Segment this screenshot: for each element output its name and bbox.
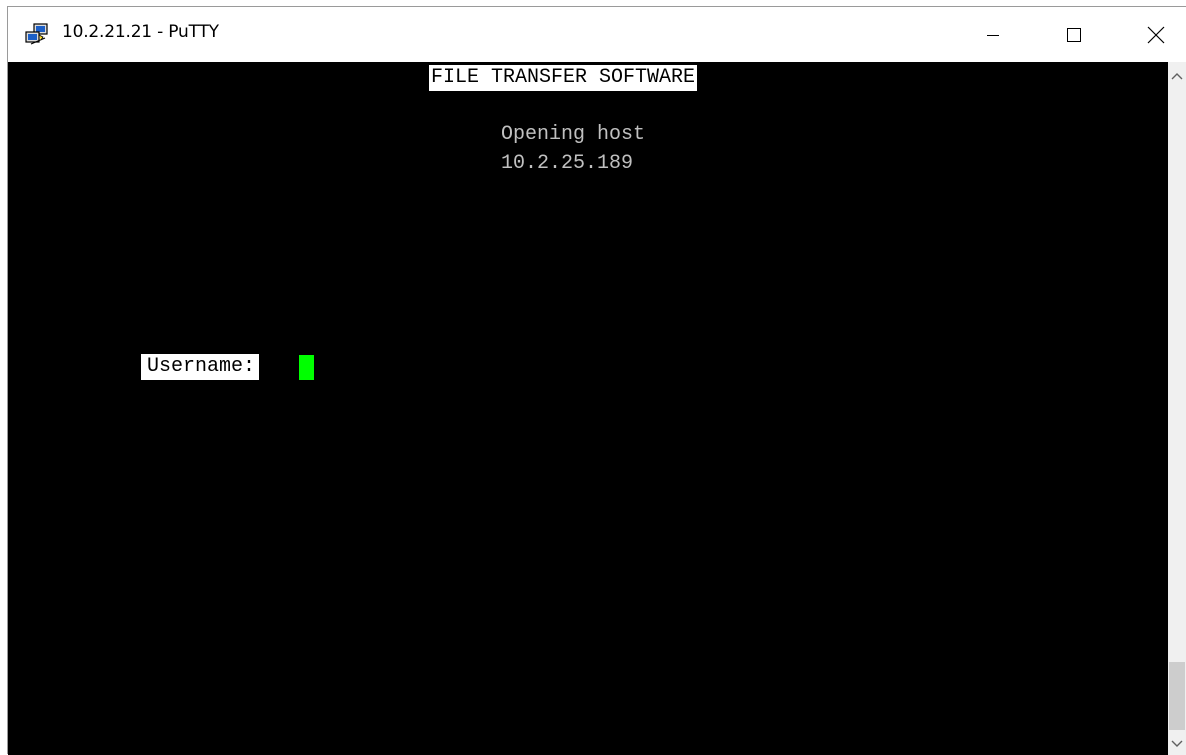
scroll-down-button[interactable] — [1168, 732, 1186, 755]
title-bar[interactable]: 10.2.21.21 - PuTTY — [8, 7, 1186, 62]
scrollbar-thumb[interactable] — [1169, 662, 1185, 730]
screen-title-banner: FILE TRANSFER SOFTWARE — [429, 65, 698, 91]
username-input-cursor[interactable] — [299, 355, 314, 380]
chevron-down-icon — [1171, 740, 1183, 747]
username-label: Username: — [141, 354, 260, 380]
close-button[interactable] — [1133, 7, 1179, 62]
chevron-up-icon — [1171, 73, 1183, 80]
minimize-icon — [987, 34, 999, 36]
vertical-scrollbar[interactable] — [1168, 62, 1186, 755]
maximize-button[interactable] — [1051, 7, 1097, 62]
maximize-icon — [1067, 27, 1081, 42]
putty-window: 10.2.21.21 - PuTTY FILE TRANSFER SOFTWAR… — [7, 6, 1186, 755]
putty-icon — [25, 23, 48, 45]
close-icon — [1147, 26, 1165, 43]
scroll-up-button[interactable] — [1168, 62, 1186, 90]
terminal-screen[interactable]: FILE TRANSFER SOFTWARE Opening host 10.2… — [8, 62, 1168, 755]
minimize-button[interactable] — [970, 7, 1016, 62]
status-message: Opening host — [501, 123, 646, 146]
host-address: 10.2.25.189 — [501, 152, 634, 175]
window-title: 10.2.21.21 - PuTTY — [62, 22, 219, 42]
